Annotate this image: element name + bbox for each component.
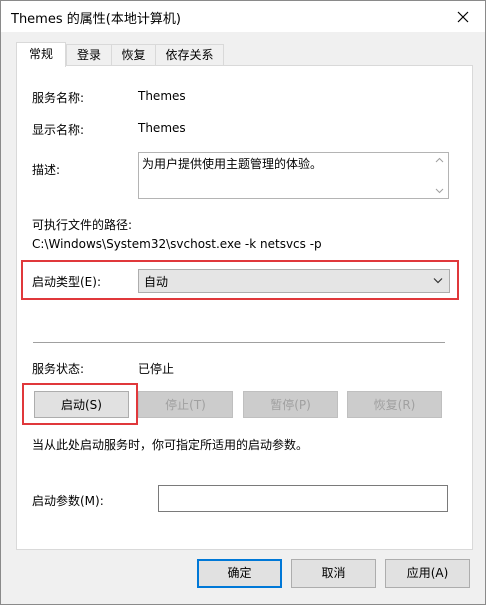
scroll-down-icon[interactable]: [435, 186, 444, 195]
display-name-label: 显示名称:: [32, 123, 85, 137]
resume-button[interactable]: 恢复(R): [347, 391, 442, 418]
start-button[interactable]: 启动(S): [34, 391, 129, 418]
service-status-value: 已停止: [138, 362, 175, 376]
start-params-label: 启动参数(M):: [32, 494, 104, 508]
startup-type-value: 自动: [144, 275, 169, 289]
pause-button[interactable]: 暂停(P): [243, 391, 338, 418]
service-name-value: Themes: [138, 89, 186, 103]
description-label: 描述:: [32, 163, 61, 177]
close-icon: [457, 11, 469, 22]
description-box[interactable]: 为用户提供使用主题管理的体验。: [138, 152, 449, 199]
exe-path-label: 可执行文件的路径:: [32, 218, 133, 232]
apply-button[interactable]: 应用(A): [385, 559, 470, 588]
window-title: Themes 的属性(本地计算机): [11, 12, 181, 27]
properties-dialog: Themes 的属性(本地计算机) 常规 登录 恢复 依存关系 服务名称: Th…: [0, 0, 486, 605]
start-params-input[interactable]: [158, 485, 448, 512]
scroll-up-icon[interactable]: [435, 156, 444, 165]
cancel-button[interactable]: 取消: [291, 559, 376, 588]
tab-recovery[interactable]: 恢复: [111, 44, 156, 66]
tab-logon[interactable]: 登录: [66, 44, 112, 66]
description-scrollbar[interactable]: [431, 153, 448, 198]
title-bar: Themes 的属性(本地计算机): [1, 1, 485, 32]
tab-dependencies[interactable]: 依存关系: [155, 44, 224, 66]
display-name-value: Themes: [138, 121, 186, 135]
service-name-label: 服务名称:: [32, 91, 85, 105]
chevron-down-icon: [433, 278, 443, 284]
close-button[interactable]: [441, 1, 485, 32]
general-panel: 服务名称: Themes 显示名称: Themes 描述: 为用户提供使用主题管…: [16, 65, 473, 550]
stop-button[interactable]: 停止(T): [138, 391, 233, 418]
ok-button[interactable]: 确定: [197, 559, 282, 588]
startup-type-select[interactable]: 自动: [138, 269, 450, 293]
exe-path-value: C:\Windows\System32\svchost.exe -k netsv…: [32, 237, 322, 251]
service-status-label: 服务状态:: [32, 362, 85, 376]
description-text: 为用户提供使用主题管理的体验。: [142, 157, 323, 171]
separator: [33, 342, 445, 343]
tab-general[interactable]: 常规: [16, 42, 66, 67]
startup-type-label: 启动类型(E):: [32, 275, 101, 289]
hint-text: 当从此处启动服务时，你可指定所适用的启动参数。: [32, 438, 309, 452]
